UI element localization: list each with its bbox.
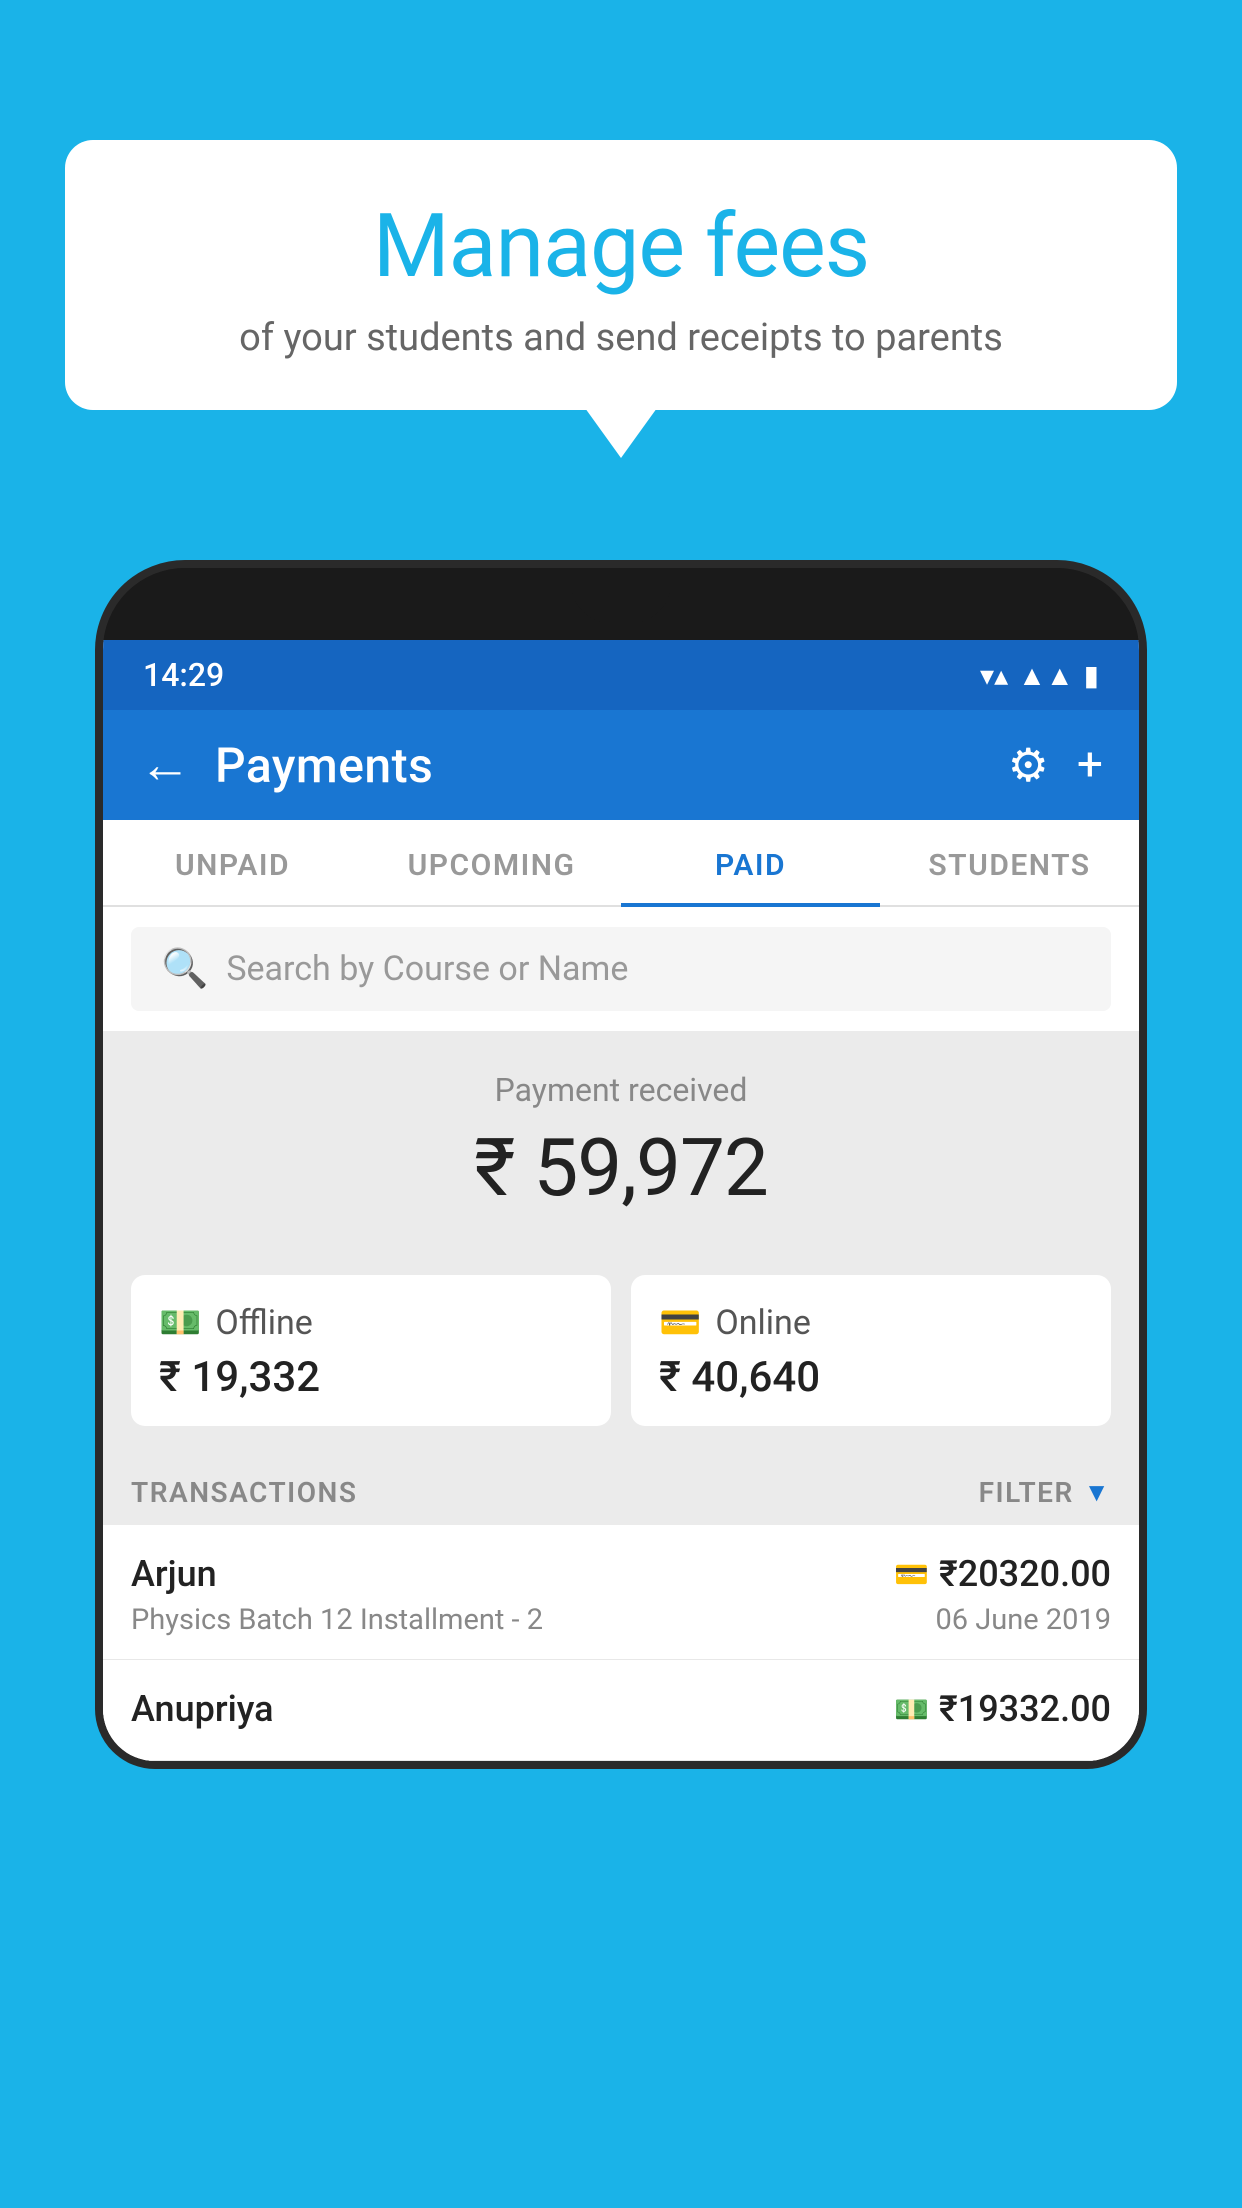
battery-icon: ▮ bbox=[1084, 659, 1099, 692]
payment-received-label: Payment received bbox=[103, 1071, 1139, 1109]
search-placeholder: Search by Course or Name bbox=[226, 949, 628, 989]
phone-frame: 14:29 ▾▴ ▲▲ ▮ ← Payments ⚙ + UNPAID UP bbox=[95, 560, 1147, 1769]
phone-screen: 14:29 ▾▴ ▲▲ ▮ ← Payments ⚙ + UNPAID UP bbox=[103, 640, 1139, 1761]
cash-icon: 💵 bbox=[159, 1303, 201, 1343]
search-container: 🔍 Search by Course or Name bbox=[103, 907, 1139, 1031]
filter-label: FILTER bbox=[979, 1476, 1074, 1509]
transaction-course-arjun: Physics Batch 12 Installment - 2 bbox=[131, 1603, 543, 1637]
transaction-bottom-arjun: Physics Batch 12 Installment - 2 06 June… bbox=[131, 1603, 1111, 1637]
phone-top-notch-area bbox=[103, 568, 1139, 640]
tabs-bar: UNPAID UPCOMING PAID STUDENTS bbox=[103, 820, 1139, 907]
content-area: 🔍 Search by Course or Name Payment recei… bbox=[103, 907, 1139, 1761]
wifi-icon: ▾▴ bbox=[980, 659, 1008, 692]
online-card-amount: ₹ 40,640 bbox=[659, 1353, 1083, 1402]
online-payment-card: 💳 Online ₹ 40,640 bbox=[631, 1275, 1111, 1426]
cash-payment-icon: 💵 bbox=[894, 1693, 929, 1726]
phone-notch bbox=[571, 568, 671, 623]
search-box[interactable]: 🔍 Search by Course or Name bbox=[131, 927, 1111, 1011]
transaction-amount-anupriya: ₹19332.00 bbox=[939, 1688, 1111, 1730]
transaction-row-anupriya[interactable]: Anupriya 💵 ₹19332.00 bbox=[103, 1660, 1139, 1761]
filter-icon: ▼ bbox=[1084, 1477, 1111, 1508]
online-card-header: 💳 Online bbox=[659, 1303, 1083, 1343]
add-button[interactable]: + bbox=[1077, 738, 1103, 792]
offline-card-label: Offline bbox=[215, 1303, 312, 1343]
transaction-top-arjun: Arjun 💳 ₹20320.00 bbox=[131, 1553, 1111, 1595]
back-button[interactable]: ← bbox=[139, 739, 191, 791]
phone-wrapper: 14:29 ▾▴ ▲▲ ▮ ← Payments ⚙ + UNPAID UP bbox=[95, 560, 1147, 2208]
card-payment-icon: 💳 bbox=[894, 1558, 929, 1591]
settings-button[interactable]: ⚙ bbox=[1008, 738, 1049, 793]
offline-card-amount: ₹ 19,332 bbox=[159, 1353, 583, 1402]
payment-summary: Payment received ₹ 59,972 bbox=[103, 1031, 1139, 1251]
status-icons: ▾▴ ▲▲ ▮ bbox=[980, 659, 1099, 692]
filter-button[interactable]: FILTER ▼ bbox=[979, 1476, 1111, 1509]
speech-bubble-container: Manage fees of your students and send re… bbox=[65, 140, 1177, 410]
transaction-row[interactable]: Arjun 💳 ₹20320.00 Physics Batch 12 Insta… bbox=[103, 1525, 1139, 1660]
app-bar: ← Payments ⚙ + bbox=[103, 710, 1139, 820]
signal-icon: ▲▲ bbox=[1018, 659, 1073, 692]
transaction-name-arjun: Arjun bbox=[131, 1553, 217, 1595]
tab-students[interactable]: STUDENTS bbox=[880, 820, 1139, 905]
transaction-date-arjun: 06 June 2019 bbox=[935, 1603, 1111, 1637]
side-button-volume-up bbox=[95, 848, 99, 948]
speech-bubble-title: Manage fees bbox=[125, 195, 1117, 298]
transaction-amount-arjun: ₹20320.00 bbox=[939, 1553, 1111, 1595]
app-bar-actions: ⚙ + bbox=[1008, 738, 1103, 793]
tab-unpaid[interactable]: UNPAID bbox=[103, 820, 362, 905]
payment-total-amount: ₹ 59,972 bbox=[103, 1121, 1139, 1215]
transactions-header: TRANSACTIONS FILTER ▼ bbox=[103, 1454, 1139, 1525]
side-button-power bbox=[1143, 888, 1147, 1038]
tab-paid[interactable]: PAID bbox=[621, 820, 880, 905]
status-bar-time: 14:29 bbox=[143, 656, 224, 694]
status-bar: 14:29 ▾▴ ▲▲ ▮ bbox=[103, 640, 1139, 710]
online-card-label: Online bbox=[715, 1303, 811, 1343]
side-button-volume-down bbox=[95, 968, 99, 1068]
transaction-name-anupriya: Anupriya bbox=[131, 1688, 274, 1730]
transaction-amount-row-anupriya: 💵 ₹19332.00 bbox=[894, 1688, 1111, 1730]
offline-payment-card: 💵 Offline ₹ 19,332 bbox=[131, 1275, 611, 1426]
offline-card-header: 💵 Offline bbox=[159, 1303, 583, 1343]
search-icon: 🔍 bbox=[161, 947, 208, 991]
transaction-top-anupriya: Anupriya 💵 ₹19332.00 bbox=[131, 1688, 1111, 1730]
speech-bubble-subtitle: of your students and send receipts to pa… bbox=[125, 316, 1117, 360]
transaction-amount-row-arjun: 💳 ₹20320.00 bbox=[894, 1553, 1111, 1595]
card-icon: 💳 bbox=[659, 1303, 701, 1343]
app-bar-title: Payments bbox=[215, 737, 984, 794]
tab-upcoming[interactable]: UPCOMING bbox=[362, 820, 621, 905]
speech-bubble: Manage fees of your students and send re… bbox=[65, 140, 1177, 410]
payment-cards: 💵 Offline ₹ 19,332 💳 Online ₹ 40,640 bbox=[103, 1251, 1139, 1454]
transactions-label: TRANSACTIONS bbox=[131, 1476, 357, 1509]
